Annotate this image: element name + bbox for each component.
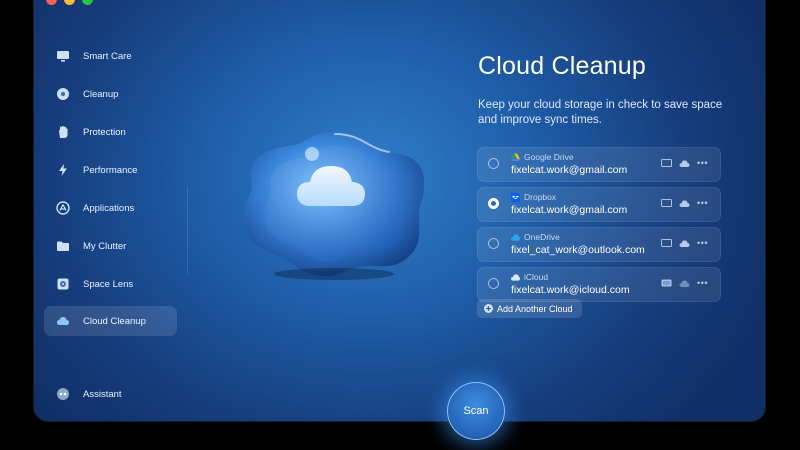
account-radio[interactable] xyxy=(488,198,499,209)
sidebar-item-performance[interactable]: Performance xyxy=(44,155,177,185)
sidebar-item-cloud-cleanup[interactable]: Cloud Cleanup xyxy=(44,306,177,336)
cloud-accounts-list: Google Drive fixelcat.work@gmail.com •••… xyxy=(477,147,721,307)
display-icon[interactable] xyxy=(661,159,673,168)
cloud-account-google-drive[interactable]: Google Drive fixelcat.work@gmail.com ••• xyxy=(477,147,721,182)
cloud-icon xyxy=(56,314,70,328)
icloud-icon xyxy=(511,273,520,281)
cloud-hero-illustration xyxy=(239,124,429,282)
account-actions: ••• xyxy=(661,199,708,208)
add-cloud-label: Add Another Cloud xyxy=(497,303,573,314)
add-another-cloud-button[interactable]: Add Another Cloud xyxy=(477,299,582,318)
page-subtitle: Keep your cloud storage in check to save… xyxy=(478,99,723,126)
account-email: fixelcat.work@gmail.com xyxy=(511,204,628,216)
cloud-icon[interactable] xyxy=(679,199,690,208)
google-drive-icon xyxy=(511,152,520,161)
sidebar-item-label: Applications xyxy=(83,202,135,214)
cloud-icon[interactable] xyxy=(679,279,690,288)
disk-icon xyxy=(56,277,70,291)
sidebar-item-space-lens[interactable]: Space Lens xyxy=(44,269,177,299)
more-options-icon[interactable]: ••• xyxy=(697,239,708,248)
list-icon[interactable] xyxy=(661,279,672,288)
account-provider: Dropbox xyxy=(511,192,556,202)
cloud-icon[interactable] xyxy=(679,239,690,248)
sidebar-item-smart-care[interactable]: Smart Care xyxy=(44,41,177,71)
sidebar-item-label: Cleanup xyxy=(83,88,119,100)
sidebar-item-assistant[interactable]: Assistant xyxy=(44,379,177,409)
account-radio[interactable] xyxy=(488,158,499,169)
display-icon xyxy=(56,49,70,63)
more-options-icon[interactable]: ••• xyxy=(697,279,708,288)
scan-button[interactable]: Scan xyxy=(447,382,505,440)
sidebar-item-label: Protection xyxy=(83,126,126,138)
account-email: fixel_cat_work@outlook.com xyxy=(511,244,645,256)
hand-icon xyxy=(56,125,70,139)
sidebar-item-my-clutter[interactable]: My Clutter xyxy=(44,231,177,261)
cloud-icon[interactable] xyxy=(679,159,690,168)
apps-icon xyxy=(56,201,70,215)
sidebar: Smart Care Cleanup Protection Performanc… xyxy=(34,0,186,421)
account-actions: ••• xyxy=(661,159,708,168)
account-radio[interactable] xyxy=(488,238,499,249)
account-actions: ••• xyxy=(661,279,708,288)
more-options-icon[interactable]: ••• xyxy=(697,159,708,168)
account-provider: OneDrive xyxy=(511,232,560,242)
account-email: fixelcat.work@icloud.com xyxy=(511,284,630,296)
dropbox-icon xyxy=(511,192,520,202)
more-options-icon[interactable]: ••• xyxy=(697,199,708,208)
sidebar-divider xyxy=(187,186,188,274)
account-email: fixelcat.work@gmail.com xyxy=(511,164,628,176)
sidebar-item-protection[interactable]: Protection xyxy=(44,117,177,147)
plus-circle-icon xyxy=(484,304,493,313)
cloud-account-dropbox[interactable]: Dropbox fixelcat.work@gmail.com ••• xyxy=(477,187,721,222)
cleanup-disc-icon xyxy=(56,87,70,101)
sidebar-item-label: Assistant xyxy=(83,388,122,400)
app-window: Smart Care Cleanup Protection Performanc… xyxy=(34,0,765,421)
lightning-icon xyxy=(56,163,70,177)
sidebar-item-label: Smart Care xyxy=(83,50,132,62)
account-provider: Google Drive xyxy=(511,152,574,162)
assistant-icon xyxy=(56,387,70,401)
sidebar-item-label: Cloud Cleanup xyxy=(83,315,146,327)
sidebar-item-label: My Clutter xyxy=(83,240,127,252)
page-title: Cloud Cleanup xyxy=(478,52,646,80)
scan-label: Scan xyxy=(463,405,489,417)
display-icon[interactable] xyxy=(661,239,673,248)
account-provider: iCloud xyxy=(511,272,548,282)
cloud-account-onedrive[interactable]: OneDrive fixel_cat_work@outlook.com ••• xyxy=(477,227,721,262)
display-icon[interactable] xyxy=(661,199,673,208)
sidebar-item-applications[interactable]: Applications xyxy=(44,193,177,223)
account-actions: ••• xyxy=(661,239,708,248)
folder-icon xyxy=(56,239,70,253)
sidebar-item-cleanup[interactable]: Cleanup xyxy=(44,79,177,109)
cloud-account-icloud[interactable]: iCloud fixelcat.work@icloud.com ••• xyxy=(477,267,721,302)
sidebar-item-label: Performance xyxy=(83,164,138,176)
sidebar-item-label: Space Lens xyxy=(83,278,134,290)
account-radio[interactable] xyxy=(488,278,499,289)
onedrive-icon xyxy=(511,233,520,241)
